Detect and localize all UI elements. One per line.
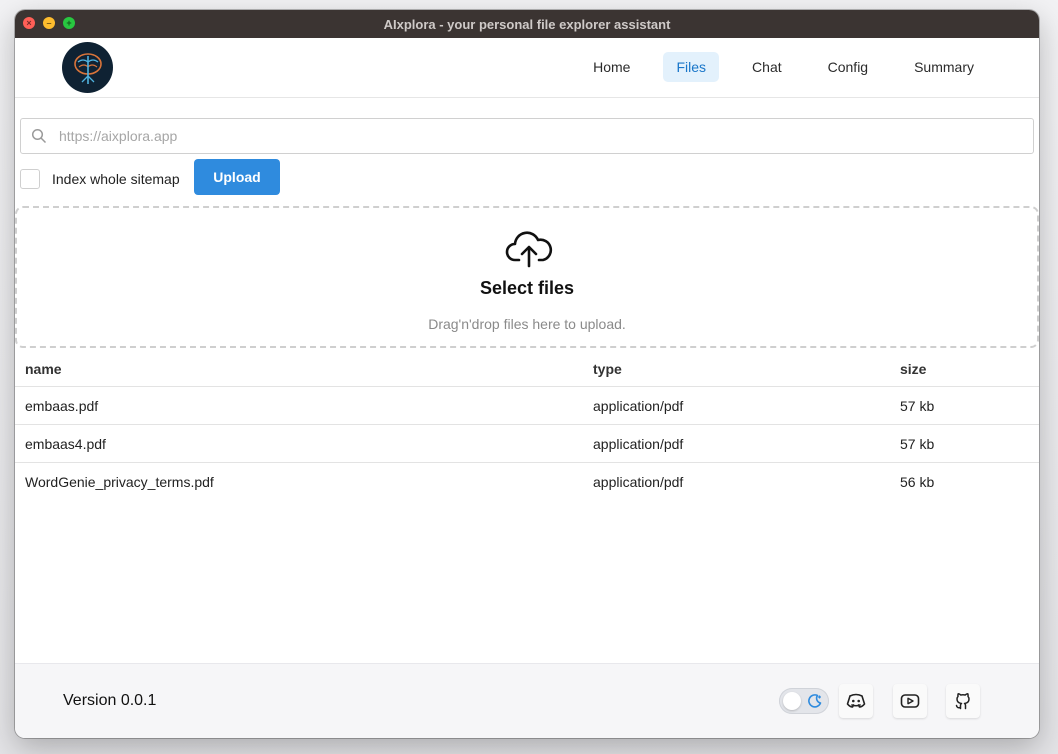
window-title: AIxplora - your personal file explorer a… (383, 16, 671, 32)
file-name: WordGenie_privacy_terms.pdf (25, 473, 214, 490)
title-bar[interactable]: × – + AIxplora - your personal file expl… (15, 10, 1039, 38)
dropzone-title: Select files (479, 278, 575, 298)
url-input[interactable] (57, 119, 1021, 153)
index-sitemap-label[interactable]: Index whole sitemap (52, 171, 180, 187)
file-size: 56 kb (900, 473, 935, 490)
table-row[interactable]: embaas.pdf application/pdf 57 kb (15, 387, 1039, 425)
file-type: application/pdf (593, 473, 684, 490)
dropzone-subtitle: Drag'n'drop files here to upload. (428, 316, 626, 332)
youtube-button[interactable] (893, 684, 927, 718)
toggle-knob (783, 692, 801, 710)
minimize-window-button[interactable]: – (43, 17, 55, 29)
main-nav: Home Files Chat Config Summary (580, 52, 987, 82)
upload-button[interactable]: Upload (194, 159, 280, 195)
dark-mode-toggle[interactable] (779, 688, 829, 714)
file-name: embaas.pdf (25, 397, 99, 414)
desktop-background: × – + AIxplora - your personal file expl… (0, 0, 1058, 754)
discord-icon (846, 693, 866, 708)
file-name: embaas4.pdf (25, 435, 106, 452)
nav-summary[interactable]: Summary (901, 52, 987, 82)
close-icon: × (26, 17, 32, 28)
files-table: name type size embaas.pdf application/pd… (15, 351, 1039, 500)
file-size: 57 kb (900, 397, 935, 414)
search-icon (31, 128, 47, 144)
table-header-row: name type size (15, 351, 1039, 387)
discord-button[interactable] (839, 684, 873, 718)
nav-config[interactable]: Config (815, 52, 881, 82)
nav-chat[interactable]: Chat (739, 52, 795, 82)
url-search-field[interactable] (20, 118, 1034, 154)
nav-files[interactable]: Files (663, 52, 720, 82)
file-type: application/pdf (593, 435, 684, 452)
file-size: 57 kb (900, 435, 935, 452)
version-label: Version 0.0.1 (63, 692, 157, 709)
table-row[interactable]: embaas4.pdf application/pdf 57 kb (15, 425, 1039, 463)
brain-logo-icon (62, 42, 113, 93)
github-button[interactable] (946, 684, 980, 718)
app-header: Home Files Chat Config Summary (15, 38, 1039, 98)
file-dropzone[interactable]: Select files Drag'n'drop files here to u… (15, 206, 1039, 348)
table-row[interactable]: WordGenie_privacy_terms.pdf application/… (15, 463, 1039, 500)
github-icon (955, 693, 970, 710)
youtube-icon (900, 694, 920, 708)
app-window: × – + AIxplora - your personal file expl… (15, 10, 1039, 738)
file-type: application/pdf (593, 397, 684, 414)
close-window-button[interactable]: × (23, 17, 35, 29)
minimize-icon: – (46, 17, 52, 28)
column-header-size[interactable]: size (900, 351, 926, 386)
column-header-type[interactable]: type (593, 351, 622, 386)
maximize-icon: + (66, 17, 72, 28)
nav-home[interactable]: Home (580, 52, 643, 82)
column-header-name[interactable]: name (25, 351, 62, 386)
app-footer: Version 0.0.1 (15, 663, 1039, 738)
moon-icon (808, 694, 822, 708)
maximize-window-button[interactable]: + (63, 17, 75, 29)
index-sitemap-checkbox[interactable] (20, 169, 40, 189)
cloud-upload-icon (505, 231, 553, 268)
